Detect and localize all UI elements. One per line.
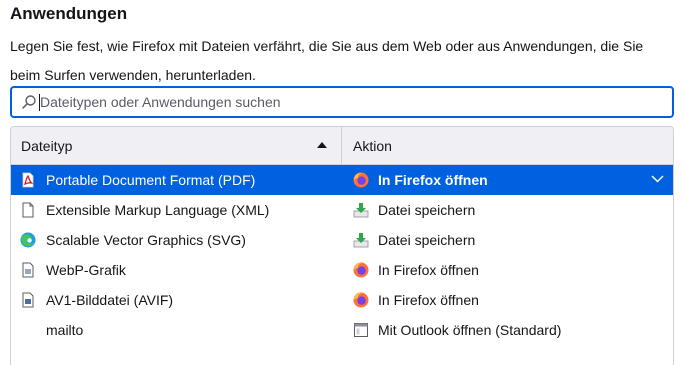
column-header-type[interactable]: Dateityp bbox=[11, 127, 342, 164]
table-row-mailto[interactable]: mailto Mit Outlook öffnen (Standard) bbox=[11, 315, 673, 345]
column-header-action-label: Aktion bbox=[353, 138, 392, 154]
type-cell: Extensible Markup Language (XML) bbox=[11, 195, 342, 225]
action-cell[interactable]: Mit Outlook öffnen (Standard) bbox=[343, 315, 673, 345]
type-label: mailto bbox=[46, 322, 84, 338]
action-label: Datei speichern bbox=[378, 202, 476, 218]
document-icon bbox=[22, 202, 34, 218]
sort-ascending-icon bbox=[317, 142, 327, 148]
type-label: Extensible Markup Language (XML) bbox=[46, 202, 270, 218]
section-description: Legen Sie fest, wie Firefox mit Dateien … bbox=[10, 38, 644, 83]
type-cell: Scalable Vector Graphics (SVG) bbox=[11, 225, 342, 255]
action-cell[interactable]: In Firefox öffnen bbox=[343, 285, 673, 315]
type-label: AV1-Bilddatei (AVIF) bbox=[46, 292, 174, 308]
handlers-table: Dateityp Aktion Portable Document Format… bbox=[10, 126, 674, 365]
pdf-icon bbox=[22, 172, 34, 188]
search-input[interactable] bbox=[40, 92, 660, 112]
type-cell: AV1-Bilddatei (AVIF) bbox=[11, 285, 342, 315]
type-label: Scalable Vector Graphics (SVG) bbox=[46, 232, 246, 248]
type-cell: Portable Document Format (PDF) bbox=[11, 165, 342, 195]
action-cell[interactable]: In Firefox öffnen bbox=[343, 255, 673, 285]
download-icon bbox=[353, 203, 369, 218]
edge-icon bbox=[20, 232, 36, 248]
application-icon bbox=[354, 323, 368, 337]
firefox-icon bbox=[353, 172, 369, 188]
action-label: In Firefox öffnen bbox=[378, 292, 479, 308]
table-header: Dateityp Aktion bbox=[11, 127, 673, 165]
action-label: In Firefox öffnen bbox=[378, 172, 488, 188]
column-header-type-label: Dateityp bbox=[21, 138, 73, 154]
table-row-avif[interactable]: AV1-Bilddatei (AVIF) In Firefox öffnen bbox=[11, 285, 673, 315]
image-file-icon bbox=[22, 262, 34, 278]
download-icon bbox=[353, 233, 369, 248]
action-cell[interactable]: Datei speichern bbox=[343, 225, 673, 255]
table-row-pdf[interactable]: Portable Document Format (PDF) In Firefo… bbox=[11, 165, 673, 195]
action-label: Mit Outlook öffnen (Standard) bbox=[378, 322, 562, 338]
section-title: Anwendungen bbox=[10, 4, 128, 23]
image-file-icon bbox=[22, 292, 34, 308]
search-box[interactable] bbox=[10, 86, 674, 118]
action-label: Datei speichern bbox=[378, 232, 476, 248]
table-row-svg[interactable]: Scalable Vector Graphics (SVG) Datei spe… bbox=[11, 225, 673, 255]
action-cell[interactable]: In Firefox öffnen bbox=[343, 165, 673, 195]
column-header-action[interactable]: Aktion bbox=[343, 127, 673, 164]
type-cell: WebP-Grafik bbox=[11, 255, 342, 285]
action-label: In Firefox öffnen bbox=[378, 262, 479, 278]
type-cell: mailto bbox=[11, 315, 342, 345]
type-label: Portable Document Format (PDF) bbox=[46, 172, 256, 188]
table-row-xml[interactable]: Extensible Markup Language (XML) Datei s… bbox=[11, 195, 673, 225]
search-icon bbox=[22, 95, 36, 109]
action-cell[interactable]: Datei speichern bbox=[343, 195, 673, 225]
table-row-webp[interactable]: WebP-Grafik In Firefox öffnen bbox=[11, 255, 673, 285]
chevron-down-icon[interactable] bbox=[651, 174, 664, 184]
firefox-icon bbox=[353, 262, 369, 278]
firefox-icon bbox=[353, 292, 369, 308]
type-label: WebP-Grafik bbox=[46, 262, 126, 278]
